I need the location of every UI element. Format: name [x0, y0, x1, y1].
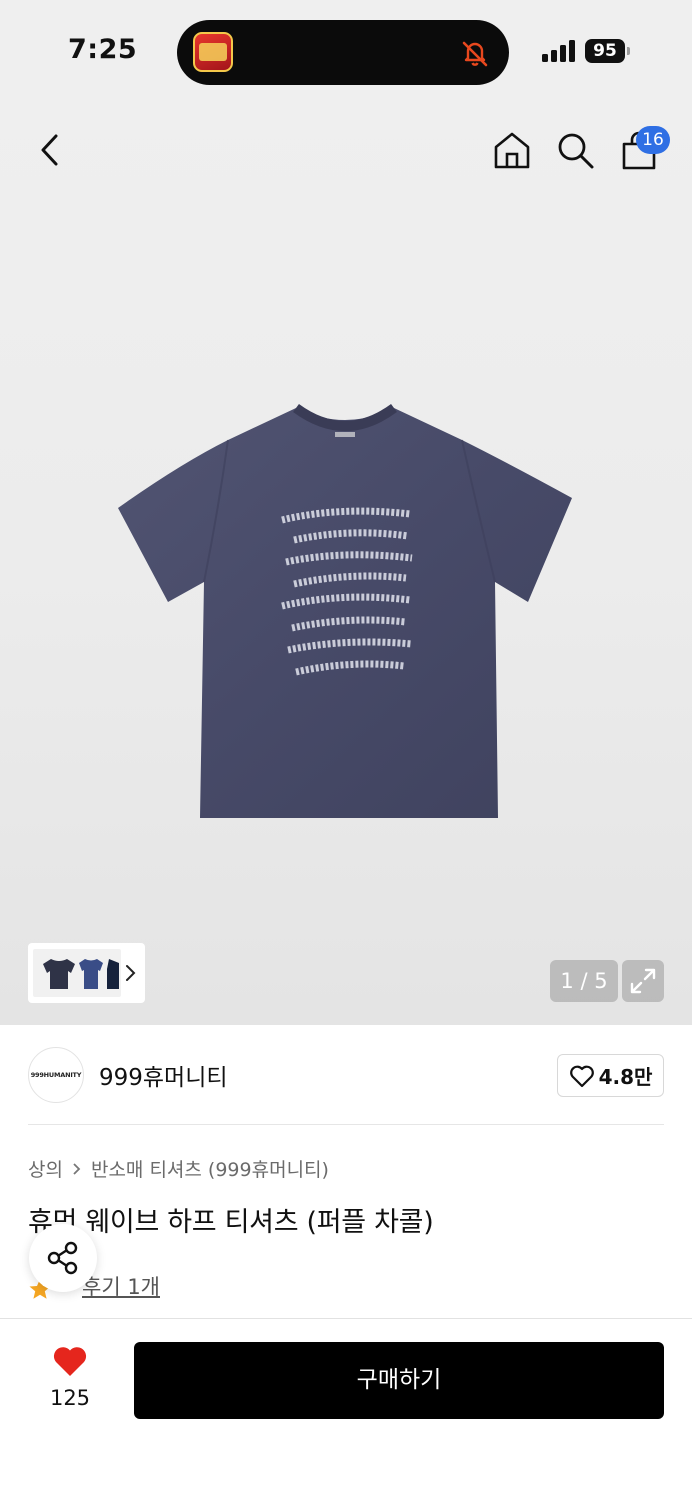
variant-thumbnail-images — [43, 959, 119, 989]
search-icon — [558, 133, 594, 169]
dynamic-island[interactable] — [177, 20, 509, 85]
expand-icon — [630, 968, 656, 994]
live-activity-app-icon — [193, 32, 233, 72]
breadcrumb-category[interactable]: 상의 — [28, 1155, 63, 1182]
product-image-tshirt[interactable] — [110, 402, 580, 822]
search-button[interactable] — [551, 126, 599, 174]
heart-filled-icon — [53, 1347, 87, 1376]
cart-count-badge: 16 — [636, 126, 670, 154]
product-title: 휴먼 웨이브 하프 티셔츠 (퍼플 차콜) — [28, 1207, 434, 1238]
section-divider — [28, 1124, 664, 1125]
home-icon — [494, 132, 530, 169]
heart-outline-icon — [569, 1065, 594, 1087]
chevron-right-icon — [126, 965, 136, 981]
back-button[interactable] — [26, 126, 74, 174]
breadcrumb-subcategory[interactable]: 반소매 티셔츠 (999휴머니티) — [91, 1155, 329, 1182]
product-gallery[interactable]: 16 1 / 5 — [0, 100, 692, 1025]
variant-thumbnails[interactable] — [33, 949, 121, 997]
image-page-counter: 1 / 5 — [550, 960, 618, 1002]
brand-name[interactable]: 999휴머니티 — [99, 1058, 228, 1092]
bell-muted-icon — [462, 41, 488, 67]
buy-button[interactable]: 구매하기 — [134, 1342, 664, 1419]
brand-like-count: 4.8만 — [598, 1065, 653, 1089]
color-variant-strip[interactable] — [28, 943, 145, 1003]
wishlist-button[interactable]: 125 — [28, 1340, 112, 1420]
share-button[interactable] — [29, 1224, 97, 1292]
review-count-link[interactable]: 후기 1개 — [82, 1271, 160, 1301]
share-icon — [47, 1241, 78, 1275]
battery-cap — [627, 47, 630, 55]
chevron-right-icon — [73, 1162, 81, 1175]
chevron-left-icon — [41, 134, 58, 166]
breadcrumb: 상의 반소매 티셔츠 (999휴머니티) — [28, 1155, 329, 1182]
status-bar: 7:25 95 — [0, 0, 692, 100]
brand-logo[interactable]: 999HUMANITY — [28, 1047, 84, 1103]
wishlist-count: 125 — [49, 1386, 91, 1410]
cellular-signal-icon — [542, 40, 576, 62]
battery-indicator: 95 — [585, 39, 625, 63]
home-button[interactable] — [488, 126, 536, 174]
brand-like-button[interactable]: 4.8만 — [557, 1054, 664, 1097]
status-time: 7:25 — [68, 34, 138, 65]
expand-image-button[interactable] — [622, 960, 664, 1002]
